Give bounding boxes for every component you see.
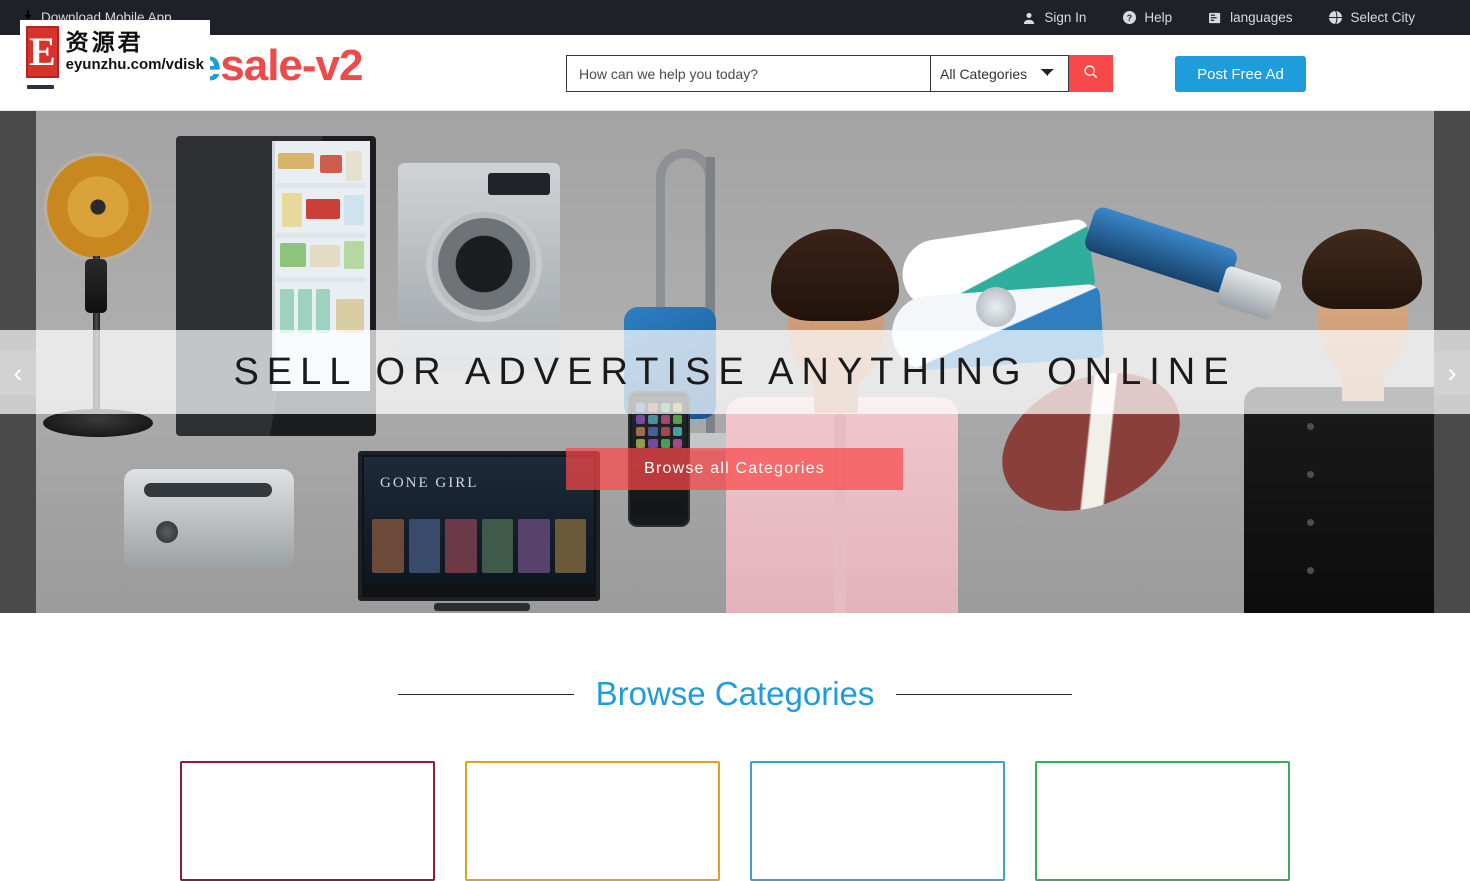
post-free-ad-button[interactable]: Post Free Ad xyxy=(1175,56,1306,92)
carousel-next-arrow[interactable]: › xyxy=(1434,351,1470,395)
browse-categories-heading: Browse Categories xyxy=(0,675,1470,713)
category-card[interactable] xyxy=(750,761,1005,881)
watermark-url: eyunzhu.com/vdisk xyxy=(65,55,204,73)
top-nav-select-city[interactable]: Select City xyxy=(1328,10,1415,25)
pedestal-fan-illustration xyxy=(44,153,152,261)
search-button[interactable] xyxy=(1069,55,1113,92)
model-hair xyxy=(771,229,899,321)
top-nav-sign-in-label: Sign In xyxy=(1044,10,1087,25)
model-black-shirt xyxy=(1244,387,1434,613)
shirt-button xyxy=(1307,423,1314,430)
toaster-knob xyxy=(156,521,178,543)
model-pink-shirt-placket xyxy=(834,403,846,613)
browse-categories-section: Browse Categories xyxy=(0,613,1470,881)
carousel-prev-arrow[interactable]: ‹ xyxy=(0,351,36,395)
heading-rule-left xyxy=(397,693,574,695)
top-utility-bar: Download Mobile App Sign In ? Help langu… xyxy=(0,0,1470,35)
category-card-grid xyxy=(0,761,1470,881)
shirt-button xyxy=(1307,471,1314,478)
fan-control xyxy=(85,259,107,313)
washing-machine-panel xyxy=(488,173,550,195)
watermark-logo-icon: E xyxy=(26,25,59,78)
watermark-cn-text: 资源君 xyxy=(65,29,144,56)
language-icon xyxy=(1208,11,1222,25)
steam-iron-dial xyxy=(976,287,1016,327)
hero-caption-band: SELL OR ADVERTISE ANYTHING ONLINE xyxy=(0,330,1470,414)
hero-title: SELL OR ADVERTISE ANYTHING ONLINE xyxy=(233,350,1237,393)
top-nav-languages[interactable]: languages xyxy=(1208,10,1292,25)
top-nav-sign-in[interactable]: Sign In xyxy=(1022,10,1086,25)
user-icon xyxy=(1022,11,1036,25)
globe-icon xyxy=(1328,11,1342,25)
television-thumbnails xyxy=(372,519,586,573)
television-screen-title: GONE GIRL xyxy=(380,475,479,491)
search-category-select[interactable]: All Categories xyxy=(930,55,1069,92)
heading-rule-right xyxy=(896,693,1073,695)
model2-hair xyxy=(1302,229,1422,309)
category-card[interactable] xyxy=(465,761,720,881)
hair-clipper-blade xyxy=(1215,265,1283,321)
site-header: Resale-v2 All Categories Post Free Ad xyxy=(0,35,1470,111)
top-nav-languages-label: languages xyxy=(1230,10,1293,25)
search-icon xyxy=(1083,64,1099,83)
top-nav-help[interactable]: ? Help xyxy=(1122,10,1172,25)
shirt-button xyxy=(1307,519,1314,526)
hamburger-bar xyxy=(27,85,54,89)
hero-carousel: GONE GIRL SELL OR ADVERTISE ANYTHING ONL… xyxy=(0,111,1470,613)
question-circle-icon: ? xyxy=(1122,11,1136,25)
top-nav-help-label: Help xyxy=(1144,10,1173,25)
washing-machine-door xyxy=(426,206,542,322)
toaster-slot xyxy=(144,483,272,497)
search-input[interactable] xyxy=(566,55,930,92)
svg-text:?: ? xyxy=(1127,13,1132,23)
browse-all-categories-button[interactable]: Browse all Categories xyxy=(566,448,903,490)
search-bar: All Categories xyxy=(566,55,1113,92)
watermark-logo-letter: E xyxy=(28,28,56,74)
shirt-button xyxy=(1307,567,1314,574)
category-card[interactable] xyxy=(1035,761,1290,881)
site-logo-second: sale-v2 xyxy=(220,41,363,90)
television-stand xyxy=(434,603,530,611)
watermark-overlay: E 资源君 eyunzhu.com/vdisk xyxy=(20,20,210,83)
hair-clipper-illustration xyxy=(1082,204,1240,296)
top-nav-items: Sign In ? Help languages Select City xyxy=(1022,10,1415,25)
browse-categories-title: Browse Categories xyxy=(595,675,875,712)
top-nav-select-city-label: Select City xyxy=(1350,10,1415,25)
category-card[interactable] xyxy=(180,761,435,881)
